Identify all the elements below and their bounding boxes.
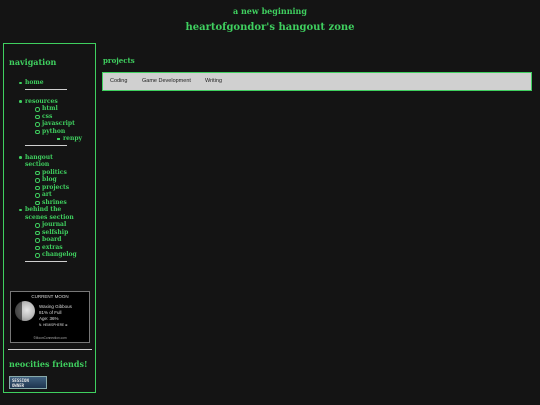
nav-item-renpy[interactable]: renpy xyxy=(4,135,96,143)
nav-link-html[interactable]: html xyxy=(42,105,58,112)
navigation-list: home resources html css javascript pytho… xyxy=(4,79,96,270)
moon-widget-title: CURRENT MOON xyxy=(31,294,69,299)
nav-link-python[interactable]: python xyxy=(42,128,65,135)
navigation-heading: navigation xyxy=(9,57,57,67)
nav-item-projects[interactable]: projects xyxy=(4,184,96,192)
sidebar-divider xyxy=(8,349,92,350)
nav-separator xyxy=(25,144,67,146)
moon-phase-widget[interactable]: CURRENT MOON Waxing Gibbous 81% of Full … xyxy=(10,291,90,343)
nav-item-hangout[interactable]: hangout section xyxy=(4,154,96,169)
nav-item-board[interactable]: board xyxy=(4,236,96,244)
nav-item-html[interactable]: html xyxy=(4,105,96,113)
tab-coding[interactable]: Coding xyxy=(110,73,127,90)
friend-site-button[interactable]: SESSION OWNER xyxy=(9,376,47,389)
nav-item-javascript[interactable]: javascript xyxy=(4,120,96,128)
tab-game-development[interactable]: Game Development xyxy=(142,73,191,90)
nav-item-changelog[interactable]: changelog xyxy=(4,251,96,259)
sidebar: navigation home resources html css javas… xyxy=(3,43,96,393)
nav-link-scenes-section[interactable]: scenes section xyxy=(25,214,74,221)
nav-item-behind-the-scenes[interactable]: behind the scenes section xyxy=(4,206,96,221)
nav-link-selfship[interactable]: selfship xyxy=(42,229,68,236)
tab-writing[interactable]: Writing xyxy=(205,73,222,90)
neocities-friends-heading: neocities friends! xyxy=(9,359,88,369)
nav-link-art[interactable]: art xyxy=(42,191,52,198)
nav-item-resources[interactable]: resources xyxy=(4,98,96,106)
projects-heading: projects xyxy=(103,56,135,65)
nav-item-art[interactable]: art xyxy=(4,191,96,199)
nav-link-board[interactable]: board xyxy=(42,236,61,243)
friend-button-line2: OWNER xyxy=(12,383,25,388)
nav-item-home[interactable]: home xyxy=(4,79,96,87)
projects-tab-bar: Coding Game Development Writing xyxy=(102,72,532,91)
nav-item-journal[interactable]: journal xyxy=(4,221,96,229)
nav-link-politics[interactable]: politics xyxy=(42,169,67,176)
nav-separator xyxy=(25,260,67,262)
site-title: heartofgondor's hangout zone xyxy=(185,22,355,33)
nav-link-behind-the[interactable]: behind the xyxy=(25,206,61,213)
site-tagline: a new beginning xyxy=(233,6,307,16)
nav-item-shrines[interactable]: shrines xyxy=(4,199,96,207)
nav-link-hangout-section[interactable]: section xyxy=(25,161,49,168)
nav-link-changelog[interactable]: changelog xyxy=(42,251,77,258)
nav-link-hangout[interactable]: hangout xyxy=(25,154,53,161)
nav-item-extras[interactable]: extras xyxy=(4,244,96,252)
nav-item-blog[interactable]: blog xyxy=(4,176,96,184)
moon-phase-info: Waxing Gibbous 81% of Full Age: 36% N. H… xyxy=(39,304,72,328)
nav-link-projects[interactable]: projects xyxy=(42,184,69,191)
nav-link-renpy[interactable]: renpy xyxy=(63,135,82,142)
nav-item-selfship[interactable]: selfship xyxy=(4,229,96,237)
nav-separator xyxy=(25,88,67,90)
nav-link-shrines[interactable]: shrines xyxy=(42,199,67,206)
nav-link-journal[interactable]: journal xyxy=(42,221,66,228)
nav-item-politics[interactable]: politics xyxy=(4,169,96,177)
moon-icon xyxy=(15,301,35,321)
nav-link-css[interactable]: css xyxy=(42,113,52,120)
nav-link-extras[interactable]: extras xyxy=(42,244,63,251)
nav-item-css[interactable]: css xyxy=(4,113,96,121)
nav-link-home[interactable]: home xyxy=(25,79,44,86)
nav-item-python[interactable]: python xyxy=(4,128,96,136)
nav-link-resources[interactable]: resources xyxy=(25,98,58,105)
nav-link-blog[interactable]: blog xyxy=(42,176,57,183)
moon-hemisphere: N. HEMISPHERE ⊕ xyxy=(39,323,68,327)
nav-link-javascript[interactable]: javascript xyxy=(42,120,75,127)
moon-widget-credit[interactable]: ©MoonConnection.com xyxy=(11,336,89,340)
